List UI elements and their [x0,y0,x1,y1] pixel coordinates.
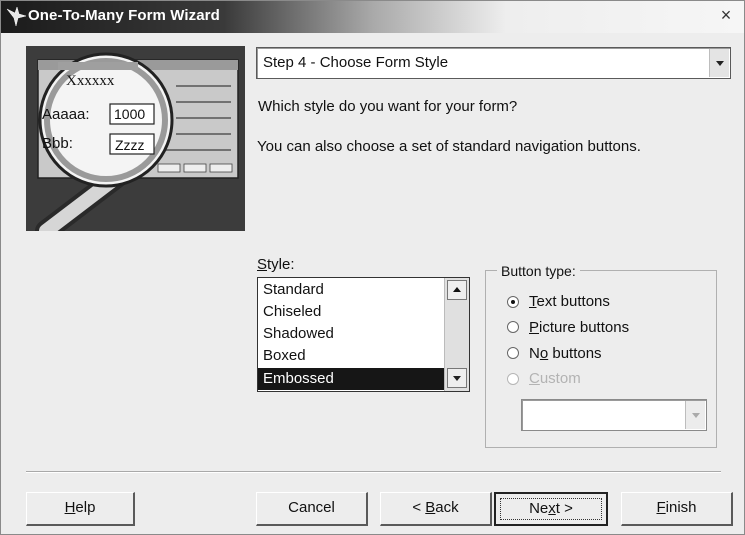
cancel-button[interactable]: Cancel [256,492,368,526]
scroll-down-button[interactable] [447,368,467,388]
list-item[interactable]: Boxed [258,345,444,367]
radio-picture-buttons[interactable] [507,321,519,333]
radio-text-buttons-label[interactable]: Text buttons [529,293,610,310]
style-question: Which style do you want for your form? [258,98,518,115]
custom-buttons-dropdown [521,399,707,431]
style-listbox[interactable]: Standard Chiseled Shadowed Boxed Embosse… [257,277,470,392]
dropdown-arrow [685,401,705,429]
wizard-wand-icon [6,6,27,27]
help-button[interactable]: Help [26,492,135,526]
chevron-up-icon [453,287,461,292]
illustration-heading: Xxxxxx [66,73,115,89]
close-icon[interactable]: × [716,5,736,25]
illustration-field2-value: Zzzz [115,137,145,153]
list-item[interactable]: Chiseled [258,301,444,323]
back-button[interactable]: < Back [380,492,492,526]
scroll-up-button[interactable] [447,280,467,300]
list-item-selected[interactable]: Embossed [258,368,444,390]
dropdown-arrow[interactable] [709,49,729,77]
radio-picture-buttons-label[interactable]: Picture buttons [529,319,629,336]
title-bar[interactable]: One-To-Many Form Wizard × [1,1,744,33]
button-type-label: Button type: [497,263,580,279]
radio-custom-label: Custom [529,370,581,387]
radio-no-buttons[interactable] [507,347,519,359]
illustration-field1-value: 1000 [114,106,146,122]
radio-custom [507,373,519,385]
chevron-down-icon [692,413,700,418]
list-item[interactable]: Shadowed [258,323,444,345]
next-button[interactable]: Next > [494,492,608,526]
list-item[interactable]: Standard [258,279,444,301]
step-dropdown-value: Step 4 - Choose Form Style [263,54,449,71]
radio-no-buttons-label[interactable]: No buttons [529,345,602,362]
radio-text-buttons[interactable] [507,296,519,308]
list-scrollbar[interactable] [444,278,469,391]
step-dropdown[interactable]: Step 4 - Choose Form Style [256,47,731,79]
finish-button[interactable]: Finish [621,492,733,526]
wizard-illustration: Xxxxxx Aaaaa: 1000 Bbb: Zzzz [26,46,245,231]
illustration-field1-label: Aaaaa: [42,106,90,123]
illustration-field2-label: Bbb: [42,135,73,152]
navigation-hint: You can also choose a set of standard na… [257,138,641,155]
wizard-window: One-To-Many Form Wizard × Xxxxxx Aaaaa: [0,0,745,535]
style-label: Style: [257,256,295,273]
window-title: One-To-Many Form Wizard [28,7,220,24]
footer-divider [26,471,721,473]
chevron-down-icon [453,376,461,381]
chevron-down-icon [716,61,724,66]
